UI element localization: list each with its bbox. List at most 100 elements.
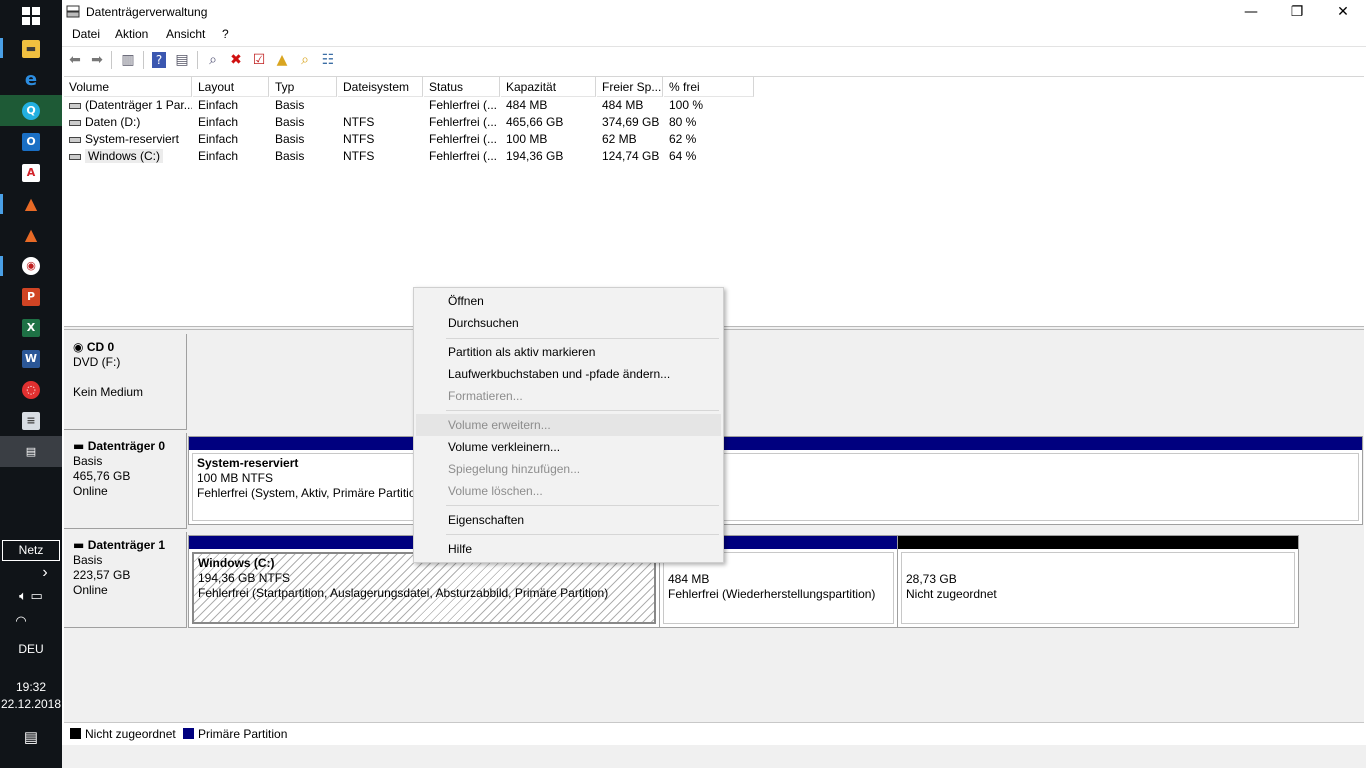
legend-unallocated-swatch: [70, 728, 81, 739]
column-dateisystem[interactable]: Dateisystem: [338, 77, 423, 97]
unallocated-bar: [898, 536, 1298, 549]
typ-cell: Basis: [275, 98, 305, 112]
delete-icon[interactable]: ✖: [226, 50, 246, 70]
volume-drive-icon: [69, 136, 81, 143]
minimize-button[interactable]: —: [1228, 0, 1274, 24]
menu-aktion[interactable]: Aktion: [115, 27, 148, 41]
folder-up-icon[interactable]: ▲: [272, 50, 292, 70]
menu-item-properties[interactable]: Eigenschaften: [416, 509, 721, 531]
legend-primary-swatch: [183, 728, 194, 739]
back-arrow-icon[interactable]: ⬅: [65, 50, 85, 70]
cd0-label[interactable]: ◉ CD 0 DVD (F:) Kein Medium: [64, 334, 187, 430]
legend-primary-label: Primäre Partition: [198, 727, 288, 741]
disk0-partition-system-reserved[interactable]: System-reserviert 100 MB NTFS Fehlerfrei…: [189, 437, 1362, 524]
row-volume-cell: Windows (C:): [64, 148, 192, 165]
clock-date[interactable]: 22.12.2018: [0, 697, 62, 711]
menu-item-help[interactable]: Hilfe: [416, 538, 721, 560]
partition-size: 194,36 GB NTFS: [198, 571, 291, 585]
title-bar[interactable]: Datenträgerverwaltung — ❐ ✕: [62, 0, 1366, 24]
volume-name: (Datenträger 1 Par...: [85, 98, 192, 112]
disk0-area: System-reserviert 100 MB NTFS Fehlerfrei…: [188, 436, 1363, 525]
disk-management-icon[interactable]: ▤: [0, 436, 62, 467]
wifi-icon[interactable]: ◠: [0, 613, 52, 629]
forward-arrow-icon[interactable]: ➡: [87, 50, 107, 70]
disk1-size: 223,57 GB: [73, 568, 131, 582]
percent-free-cell: 62 %: [669, 132, 697, 146]
clock-time[interactable]: 19:32: [0, 680, 62, 694]
column-layout[interactable]: Layout: [193, 77, 269, 97]
column-typ[interactable]: Typ: [270, 77, 337, 97]
app-q-icon[interactable]: Q: [0, 95, 62, 126]
menu-item-shrink-volume[interactable]: Volume verkleinern...: [416, 436, 721, 458]
filesystem-cell: NTFS: [343, 115, 375, 129]
menu-item-mark-active[interactable]: Partition als aktiv markieren: [416, 341, 721, 363]
paint-icon[interactable]: ◉: [0, 250, 62, 281]
notification-icon[interactable]: ▤: [0, 728, 62, 746]
column-volume[interactable]: Volume: [64, 77, 192, 97]
status-cell: Fehlerfrei (...: [429, 115, 498, 129]
menu-item-format[interactable]: Formatieren...: [416, 385, 721, 407]
row-volume-cell: System-reserviert: [64, 131, 192, 148]
menu-datei[interactable]: Datei: [72, 27, 100, 41]
windows-start-icon[interactable]: [0, 0, 62, 31]
edge-icon[interactable]: e: [0, 64, 62, 95]
row-volume-cell: (Datenträger 1 Par...: [64, 97, 192, 114]
menu-help[interactable]: ?: [222, 27, 229, 41]
column-prozent-frei[interactable]: % frei: [664, 77, 754, 97]
column-status[interactable]: Status: [424, 77, 500, 97]
close-button[interactable]: ✕: [1320, 0, 1366, 24]
connect-icon[interactable]: ⌕: [203, 50, 223, 70]
language-indicator[interactable]: DEU: [0, 642, 62, 656]
menu-ansicht[interactable]: Ansicht: [166, 27, 205, 41]
disk-management-app-icon: [66, 5, 80, 18]
status-cell: Fehlerfrei (...: [429, 98, 498, 112]
volume-name: Windows (C:): [85, 149, 164, 163]
properties-list-icon[interactable]: ▤: [172, 50, 192, 70]
app-red-icon[interactable]: ◌: [0, 374, 62, 405]
unallocated-size: 28,73 GB: [906, 572, 957, 586]
primary-partition-bar: [189, 437, 1362, 450]
menu-item-oeffnen[interactable]: Öffnen: [416, 290, 721, 312]
cd0-area[interactable]: [188, 334, 1364, 430]
menu-separator: [446, 410, 719, 411]
free-space-cell: 124,74 GB: [602, 149, 660, 163]
menu-item-extend-volume[interactable]: Volume erweitern...: [416, 414, 721, 436]
console-tree-icon[interactable]: ▥: [118, 50, 138, 70]
restore-button[interactable]: ❐: [1274, 0, 1320, 24]
volume-icon[interactable]: 🔈︎ ▭: [0, 588, 62, 604]
disk1-status: Online: [73, 583, 108, 597]
menu-item-change-drive-letter[interactable]: Laufwerkbuchstaben und -pfade ändern...: [416, 363, 721, 385]
typ-cell: Basis: [275, 149, 305, 163]
outlook-icon[interactable]: O: [0, 126, 62, 157]
menu-item-add-mirror[interactable]: Spiegelung hinzufügen...: [416, 458, 721, 480]
column-kapazitaet[interactable]: Kapazität: [501, 77, 596, 97]
word-icon[interactable]: W: [0, 343, 62, 374]
disk1-label[interactable]: ▬ Datenträger 1 Basis 223,57 GB Online: [64, 532, 187, 628]
excel-icon[interactable]: X: [0, 312, 62, 343]
powerpoint-icon[interactable]: P: [0, 281, 62, 312]
menu-item-delete-volume[interactable]: Volume löschen...: [416, 480, 721, 502]
volume-drive-icon: [69, 102, 81, 109]
matlab-icon-2[interactable]: ▲: [0, 219, 62, 250]
help-icon[interactable]: ?: [149, 50, 169, 70]
folder-search-icon[interactable]: ⌕: [295, 50, 315, 70]
check-icon[interactable]: ☑: [249, 50, 269, 70]
disk0-label[interactable]: ▬ Datenträger 0 Basis 465,76 GB Online: [64, 433, 187, 529]
disk1-unallocated[interactable]: 28,73 GB Nicht zugeordnet: [898, 536, 1298, 627]
filesystem-cell: NTFS: [343, 132, 375, 146]
acrobat-icon[interactable]: A: [0, 157, 62, 188]
filesystem-cell: NTFS: [343, 149, 375, 163]
menu-item-durchsuchen[interactable]: Durchsuchen: [416, 312, 721, 334]
list-view-icon[interactable]: ☷: [318, 50, 338, 70]
context-menu: Öffnen Durchsuchen Partition als aktiv m…: [413, 287, 724, 563]
partition-status: Fehlerfrei (Wiederherstellungspartition): [668, 587, 876, 601]
network-label[interactable]: Netz: [2, 540, 60, 561]
toolbar: ⬅ ➡ ▥ ? ▤ ⌕ ✖ ☑ ▲ ⌕ ☷: [62, 46, 1366, 72]
document-app-icon[interactable]: ≡: [0, 405, 62, 436]
column-freier-speicher[interactable]: Freier Sp...: [597, 77, 663, 97]
volume-drive-icon: [69, 153, 81, 160]
cd0-status: Kein Medium: [73, 385, 144, 399]
matlab-icon[interactable]: ▲: [0, 188, 62, 219]
file-explorer-icon[interactable]: ▬: [0, 33, 62, 64]
percent-free-cell: 100 %: [669, 98, 704, 112]
